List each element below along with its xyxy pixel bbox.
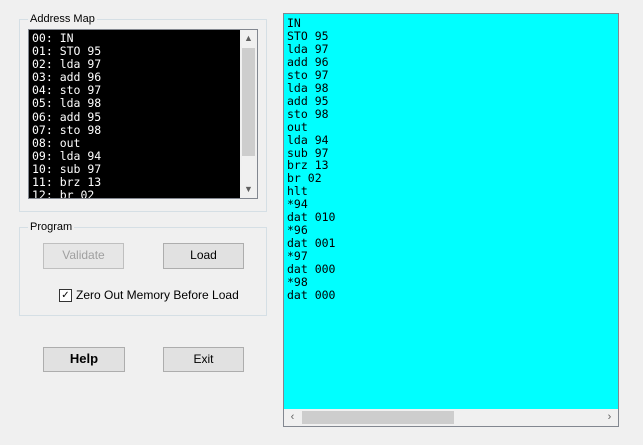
program-code-editor[interactable]: IN STO 95 lda 97 add 96 sto 97 lda 98 add 95st… bbox=[283, 13, 619, 427]
scroll-thumb[interactable] bbox=[242, 48, 255, 156]
code-line: sto 98 bbox=[287, 106, 329, 121]
program-label: Program bbox=[28, 220, 75, 234]
code-line: out bbox=[287, 119, 308, 134]
program-group: Program bbox=[19, 220, 267, 316]
exit-button[interactable]: Exit bbox=[163, 347, 244, 372]
code-line: add 95 bbox=[287, 93, 329, 108]
code-line: lda 98 bbox=[287, 80, 329, 95]
code-line: lda 94 bbox=[287, 132, 329, 147]
address-map-label: Address Map bbox=[28, 12, 97, 26]
scroll-right-arrow-icon[interactable]: › bbox=[601, 409, 618, 426]
validate-button-label: Validate bbox=[62, 248, 105, 262]
editor-scroll-thumb[interactable] bbox=[302, 411, 454, 424]
address-map-line[interactable]: 07: sto 98 bbox=[32, 123, 239, 137]
scroll-up-arrow-icon[interactable]: ▲ bbox=[240, 30, 257, 47]
address-map-scrollbar[interactable]: ▲ ▼ bbox=[240, 30, 257, 198]
help-button-label: Help bbox=[69, 351, 99, 366]
address-map-line[interactable]: 08: out bbox=[32, 136, 239, 150]
code-line: lda 97 bbox=[287, 41, 329, 56]
address-map-line[interactable]: 05: lda 98 bbox=[32, 97, 239, 110]
code-line: dat 000 bbox=[287, 288, 336, 303]
address-map-line[interactable]: 06: add 95 bbox=[32, 110, 239, 124]
code-line: IN bbox=[287, 16, 301, 30]
address-map-line[interactable]: 09: lda 94 bbox=[32, 149, 239, 163]
scroll-left-arrow-icon[interactable]: ‹ bbox=[284, 409, 301, 426]
scroll-down-arrow-icon[interactable]: ▼ bbox=[240, 181, 257, 198]
load-button[interactable]: Load bbox=[163, 243, 244, 269]
code-line: add 96 bbox=[287, 54, 329, 69]
checkmark-icon: ✓ bbox=[61, 290, 70, 301]
program-code-lines: IN STO 95 lda 97 add 96 sto 97 lda 98 add 95st… bbox=[287, 17, 335, 302]
address-map-list[interactable]: 00: IN 01: STO 95 02: lda 97 03: add 96 04: … bbox=[28, 29, 258, 199]
code-line: sto 97 bbox=[287, 67, 329, 82]
editor-horizontal-scrollbar[interactable]: ‹ › bbox=[284, 409, 618, 426]
help-button[interactable]: Help bbox=[43, 347, 125, 372]
exit-button-label: Exit bbox=[193, 352, 214, 366]
zero-out-memory-label: Zero Out Memory Before Load bbox=[76, 288, 239, 302]
code-line: STO 95 bbox=[287, 28, 329, 43]
zero-out-memory-checkbox[interactable]: ✓ bbox=[59, 289, 72, 302]
address-map-lines: 00: IN 01: STO 95 02: lda 97 03: add 96 04: … bbox=[32, 31, 239, 198]
address-map-line[interactable]: 12: br 02 bbox=[32, 189, 239, 198]
validate-button[interactable]: Validate bbox=[43, 243, 124, 269]
load-button-label: Load bbox=[190, 248, 217, 262]
